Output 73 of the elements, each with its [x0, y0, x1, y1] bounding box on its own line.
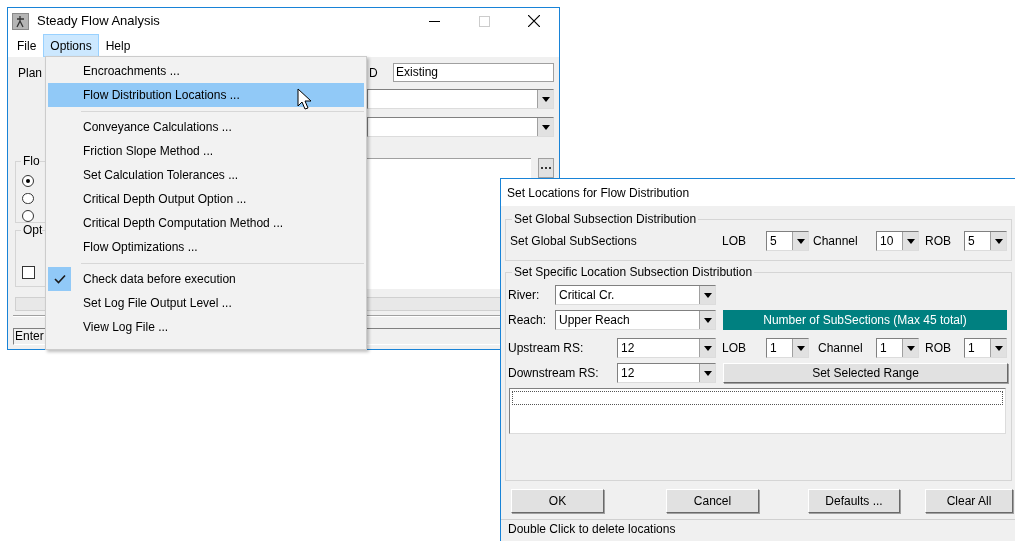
menu-item[interactable]: Critical Depth Output Option ... [71, 187, 364, 211]
field-label: River: [508, 287, 541, 304]
group-title: Set Specific Location Subsection Distribution [512, 265, 755, 279]
dropdown-arrow-icon[interactable] [796, 238, 805, 244]
dropdown[interactable]: Upper Reach [555, 310, 716, 330]
field-label: Channel [813, 233, 859, 250]
minimize-icon[interactable] [428, 20, 440, 22]
field-label: Set Global SubSections [510, 233, 638, 250]
menu-item[interactable]: Options [43, 34, 99, 57]
plan-field[interactable]: Existing [393, 63, 554, 82]
dropdown-arrow-icon[interactable] [703, 370, 712, 376]
menu-item[interactable]: Set Log File Output Level ... [71, 291, 364, 315]
dropdown-arrow-icon[interactable] [796, 345, 805, 351]
menu-item[interactable]: Help [98, 34, 138, 57]
menu-item[interactable]: Encroachments ... [71, 59, 364, 83]
menu-item[interactable]: Conveyance Calculations ... [71, 115, 364, 139]
dropdown-arrow-icon[interactable] [541, 96, 550, 102]
dropdown[interactable]: 12 [617, 338, 716, 358]
dropdown-arrow-icon[interactable] [906, 345, 915, 351]
menu-item[interactable]: Friction Slope Method ... [71, 139, 364, 163]
menu-item[interactable]: Set Calculation Tolerances ... [71, 163, 364, 187]
dropdown[interactable]: Critical Cr. [555, 285, 716, 305]
dialog-button[interactable]: Defaults ... [808, 489, 900, 513]
dialog-button[interactable]: Clear All [925, 489, 1013, 513]
dropdown[interactable]: 1 [876, 338, 919, 358]
plan-label: Plan [18, 65, 43, 80]
dialog-button[interactable]: OK [511, 489, 604, 513]
dropdown[interactable]: 5 [964, 231, 1007, 251]
field-label: ROB [925, 340, 952, 357]
radio-button[interactable] [22, 175, 34, 187]
radio-button[interactable] [22, 210, 34, 222]
dropdown-arrow-icon[interactable] [994, 238, 1003, 244]
dialog-button[interactable]: Cancel [666, 489, 759, 513]
checkbox[interactable] [22, 266, 35, 279]
window-title: Steady Flow Analysis [37, 12, 161, 31]
group-title: Set Global Subsection Distribution [512, 212, 699, 226]
field-label: D [368, 64, 379, 82]
field-label: LOB [722, 340, 747, 357]
field-label: Reach: [508, 312, 548, 329]
browse-button[interactable] [538, 158, 554, 178]
field-label: Channel [818, 340, 864, 357]
dropdown[interactable]: 1 [766, 338, 809, 358]
set-range-button[interactable]: Set Selected Range [723, 363, 1008, 383]
field-label: ROB [925, 233, 952, 250]
field-label: LOB [722, 233, 747, 250]
dropdown-arrow-icon[interactable] [541, 124, 550, 130]
dropdown-arrow-icon[interactable] [906, 238, 915, 244]
dropdown[interactable]: 1 [964, 338, 1007, 358]
dropdown-arrow-icon[interactable] [703, 345, 712, 351]
window-title: Set Locations for Flow Distribution [507, 184, 690, 202]
dropdown[interactable]: 5 [766, 231, 809, 251]
dropdown[interactable]: 12 [617, 363, 716, 383]
group-title: Flo [21, 154, 40, 168]
close-icon[interactable] [528, 15, 540, 27]
dropdown[interactable] [367, 89, 554, 109]
menu-item[interactable]: File [10, 34, 44, 57]
app-icon [12, 12, 29, 30]
cursor-icon [297, 88, 312, 110]
dropdown[interactable] [367, 117, 554, 137]
info-banner: Number of SubSections (Max 45 total) [723, 310, 1007, 330]
menu-item[interactable]: Flow Optimizations ... [71, 235, 364, 259]
field-label: Downstream RS: [508, 365, 600, 382]
dropdown[interactable]: 10 [876, 231, 919, 251]
menu-item[interactable]: Critical Depth Computation Method ... [71, 211, 364, 235]
dropdown-arrow-icon[interactable] [994, 345, 1003, 351]
field-label: Upstream RS: [508, 340, 585, 357]
status-bar: Double Click to delete locations [501, 519, 1015, 539]
list-box[interactable] [509, 388, 1006, 434]
dropdown-arrow-icon[interactable] [703, 292, 712, 298]
dropdown-arrow-icon[interactable] [703, 317, 712, 323]
group-title: Opt [21, 223, 43, 237]
menu-item[interactable]: Check data before execution [71, 267, 364, 291]
radio-button[interactable] [22, 192, 34, 205]
